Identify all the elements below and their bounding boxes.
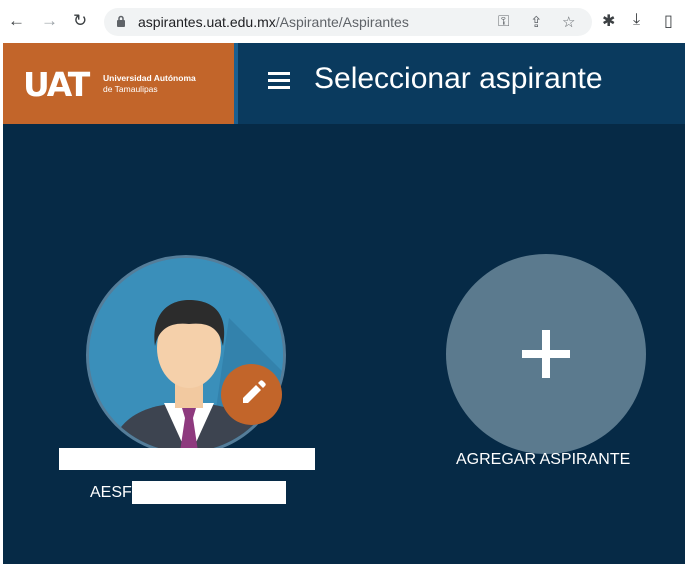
reload-icon[interactable]: ↻ — [73, 11, 87, 31]
extensions-icon[interactable]: ✱ — [602, 11, 615, 31]
person-avatar-icon — [89, 258, 283, 452]
applicant-avatar[interactable] — [86, 255, 286, 455]
top-bar: UAT Universidad Autónoma de Tamaulipas S… — [3, 43, 685, 124]
university-name-line2: de Tamaulipas — [103, 84, 158, 94]
page-title: Seleccionar aspirante — [314, 62, 603, 95]
back-icon[interactable]: ← — [8, 11, 25, 31]
url-path: /Aspirante/Aspirantes — [275, 14, 409, 30]
key-icon[interactable]: ⚿ — [498, 13, 509, 30]
applicant-code-redacted — [132, 481, 286, 504]
university-name-line1: Universidad Autónoma — [103, 73, 196, 83]
add-applicant-label[interactable]: AGREGAR ASPIRANTE — [456, 451, 630, 469]
forward-icon[interactable]: → — [41, 11, 58, 31]
lock-icon[interactable] — [116, 15, 126, 27]
address-bar[interactable]: aspirantes.uat.edu.mx/Aspirante/Aspirant… — [104, 8, 592, 36]
university-logo[interactable]: UAT Universidad Autónoma de Tamaulipas — [3, 43, 234, 124]
brand-divider — [234, 43, 238, 124]
star-icon[interactable]: ☆ — [562, 13, 575, 31]
pencil-icon — [243, 380, 266, 403]
applicant-name-redacted — [59, 448, 315, 470]
menu-button[interactable] — [268, 70, 292, 92]
applicant-code-prefix: AESF — [90, 484, 132, 501]
logo-mark: UAT — [23, 65, 90, 104]
share-icon[interactable]: ⇪ — [530, 13, 543, 31]
edit-applicant-button[interactable] — [221, 364, 282, 425]
sidebar-icon[interactable]: ▯ — [664, 11, 673, 31]
url-text: aspirantes.uat.edu.mx/Aspirante/Aspirant… — [138, 14, 409, 30]
add-applicant-button[interactable] — [446, 254, 646, 454]
download-icon[interactable]: ⤓ — [633, 11, 640, 29]
browser-toolbar: ← → ↻ aspirantes.uat.edu.mx/Aspirante/As… — [0, 0, 685, 43]
university-name: Universidad Autónoma de Tamaulipas — [103, 73, 196, 95]
hamburger-icon — [268, 72, 290, 75]
url-host: aspirantes.uat.edu.mx — [138, 14, 276, 30]
